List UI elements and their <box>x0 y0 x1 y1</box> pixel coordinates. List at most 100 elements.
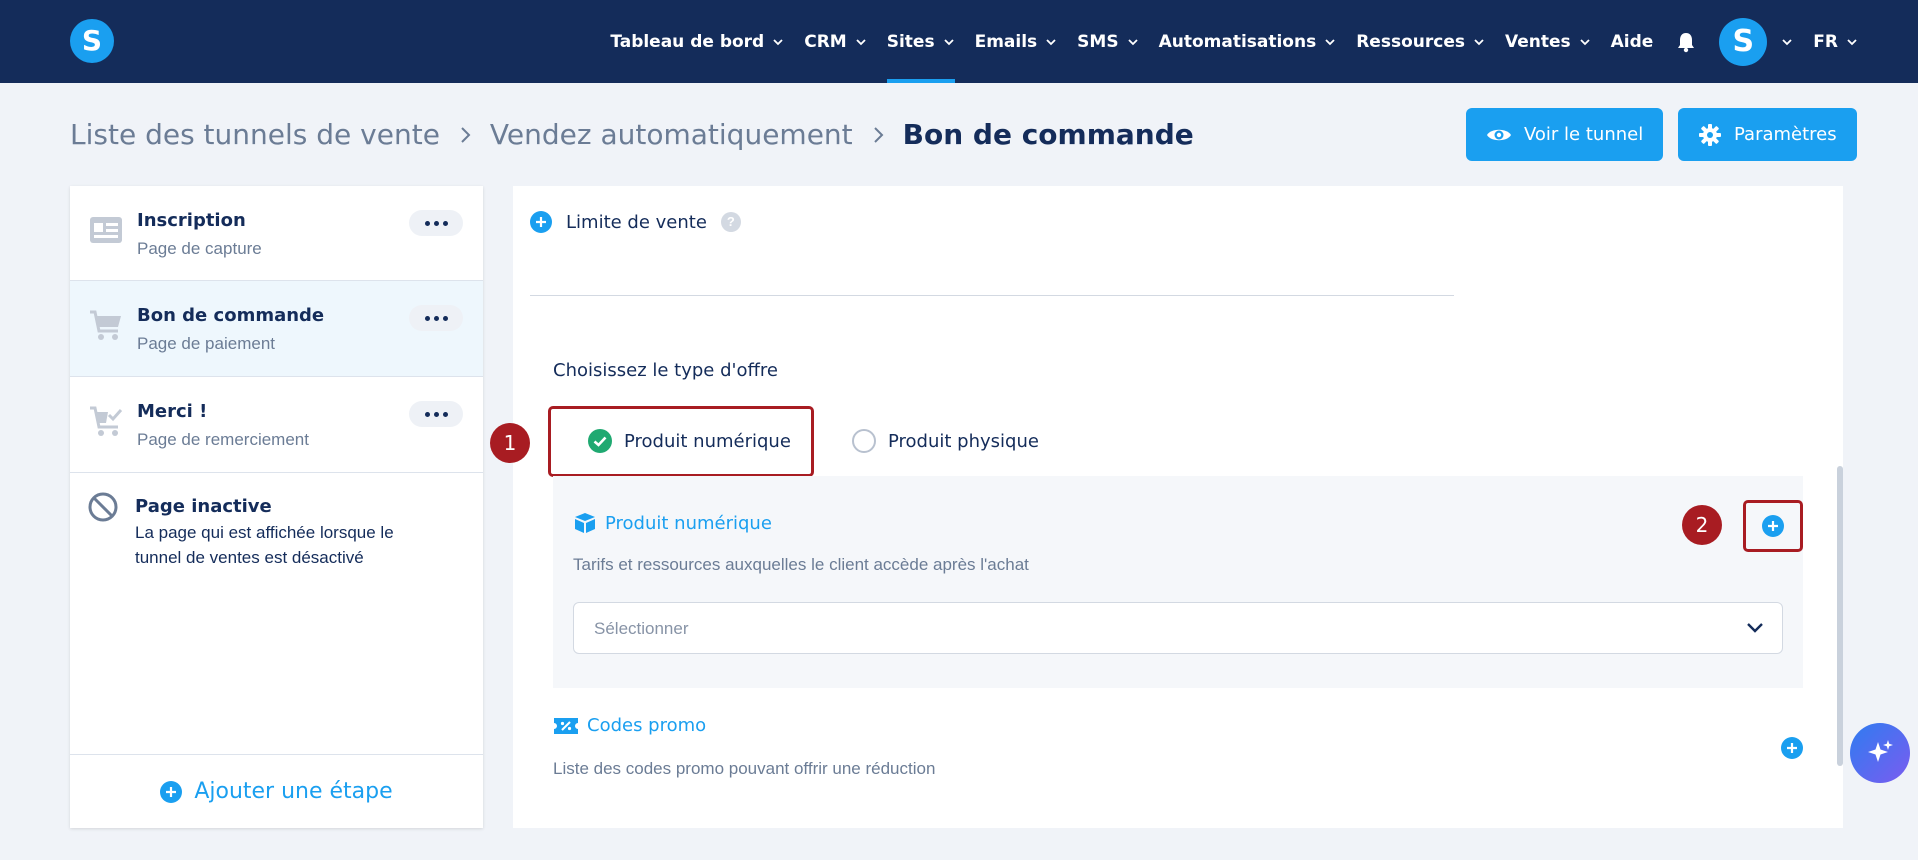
nav-item-label: Tableau de bord <box>610 31 765 52</box>
product-select[interactable]: Sélectionner <box>573 602 1783 654</box>
divider <box>530 295 1454 296</box>
chevron-down-icon <box>856 38 866 45</box>
step-settings-panel: Limite de vente ? Choisissez le type d'o… <box>513 186 1843 828</box>
top-navbar: S Tableau de bord CRM Sites Emails SMS A… <box>0 0 1918 83</box>
option-digital-product[interactable]: Produit numérique <box>588 429 791 453</box>
language-label: FR <box>1813 31 1838 52</box>
settings-label: Paramètres <box>1734 124 1837 145</box>
step-description-line2: tunnel de ventes est désactivé <box>135 548 364 567</box>
nav-item-automations[interactable]: Automatisations <box>1159 0 1337 83</box>
callout-badge-1: 1 <box>490 423 530 463</box>
chevron-down-icon <box>1046 38 1056 45</box>
add-promo-code-button[interactable] <box>1781 737 1803 759</box>
app-logo[interactable]: S <box>70 19 114 63</box>
step-more-button[interactable] <box>409 305 463 331</box>
nav-item-help[interactable]: Aide <box>1611 0 1654 83</box>
chevron-down-icon <box>1579 38 1590 45</box>
sale-limit-toggle[interactable]: Limite de vente ? <box>530 211 741 233</box>
product-section-title: Produit numérique <box>605 512 772 534</box>
option-label: Produit physique <box>888 430 1039 452</box>
nav-item-label: CRM <box>804 31 847 52</box>
view-funnel-label: Voir le tunnel <box>1524 124 1644 145</box>
add-step-label: Ajouter une étape <box>194 779 393 804</box>
nav-item-dashboard[interactable]: Tableau de bord <box>610 0 784 83</box>
chevron-down-icon <box>1127 38 1138 45</box>
step-item-order-form[interactable]: Bon de commande Page de paiement <box>70 281 483 377</box>
add-step-button[interactable]: Ajouter une étape <box>70 754 483 828</box>
nav-item-label: Ventes <box>1504 31 1571 52</box>
step-item-inscription[interactable]: Inscription Page de capture <box>70 186 483 281</box>
step-description-line1: La page qui est affichée lorsque le <box>135 523 394 542</box>
product-section-description: Tarifs et ressources auxquelles le clien… <box>573 555 1029 574</box>
sale-limit-label: Limite de vente <box>566 211 707 233</box>
chevron-down-icon <box>773 38 783 45</box>
nav-menu: Tableau de bord CRM Sites Emails SMS Aut… <box>590 0 1858 83</box>
step-subtitle: Page de capture <box>137 239 262 258</box>
step-more-button[interactable] <box>409 401 463 427</box>
product-section-header: Produit numérique <box>573 511 772 535</box>
nav-item-label: Ressources <box>1356 31 1465 52</box>
bell-icon[interactable] <box>1675 31 1697 53</box>
nav-item-sms[interactable]: SMS <box>1077 0 1138 83</box>
chevron-down-icon <box>1782 38 1792 45</box>
step-title: Merci ! <box>137 401 208 422</box>
ai-assistant-button[interactable] <box>1850 723 1910 783</box>
promo-section-description: Liste des codes promo pouvant offrir une… <box>553 759 936 778</box>
coupon-icon <box>554 717 578 734</box>
nav-item-label: Emails <box>974 31 1038 52</box>
nav-item-label: Sites <box>886 31 935 52</box>
breadcrumb-current: Bon de commande <box>902 118 1194 151</box>
callout-badge-2: 2 <box>1682 505 1722 545</box>
option-label: Produit numérique <box>624 430 791 452</box>
avatar-menu[interactable] <box>1773 0 1793 83</box>
nav-item-sales[interactable]: Ventes <box>1505 0 1591 83</box>
funnel-steps-sidebar: Inscription Page de capture Bon de comma… <box>70 186 483 828</box>
promo-section-title: Codes promo <box>587 715 707 736</box>
nav-item-resources[interactable]: Ressources <box>1356 0 1485 83</box>
scrollbar[interactable] <box>1837 466 1843 766</box>
settings-button[interactable]: Paramètres <box>1678 108 1857 161</box>
chevron-down-icon <box>1747 623 1763 633</box>
prohibited-icon <box>88 492 118 522</box>
nav-item-label: Aide <box>1610 31 1654 52</box>
step-subtitle: Page de paiement <box>137 334 275 353</box>
chevron-down-icon <box>1325 38 1335 45</box>
plus-circle-icon <box>160 780 183 803</box>
step-subtitle: Page de remerciement <box>137 430 309 449</box>
step-title: Bon de commande <box>137 305 325 326</box>
breadcrumb-funnel[interactable]: Vendez automatiquement <box>490 118 853 151</box>
nav-item-crm[interactable]: CRM <box>804 0 866 83</box>
sparkle-icon <box>1868 740 1893 762</box>
select-placeholder: Sélectionner <box>594 619 689 638</box>
nav-item-emails[interactable]: Emails <box>975 0 1058 83</box>
radio-icon <box>852 429 876 453</box>
box-icon <box>575 513 595 533</box>
nav-item-label: Automatisations <box>1158 31 1317 52</box>
nav-item-sites[interactable]: Sites <box>886 0 955 83</box>
language-selector[interactable]: FR <box>1813 0 1858 83</box>
step-more-button[interactable] <box>409 210 463 236</box>
breadcrumb-funnel-list[interactable]: Liste des tunnels de vente <box>70 118 440 151</box>
step-title: Inscription <box>137 210 246 231</box>
promo-section-header: Codes promo <box>553 715 706 736</box>
step-item-inactive-page[interactable]: Page inactive La page qui est affichée l… <box>70 473 483 583</box>
chevron-down-icon <box>1474 38 1484 45</box>
chevron-right-icon <box>873 126 884 143</box>
help-icon[interactable]: ? <box>720 212 741 232</box>
chevron-down-icon <box>943 38 954 45</box>
plus-circle-icon <box>530 211 552 233</box>
option-physical-product[interactable]: Produit physique <box>852 429 1039 453</box>
step-item-thank-you[interactable]: Merci ! Page de remerciement <box>70 377 483 473</box>
cart-check-icon <box>90 406 123 436</box>
nav-item-label: SMS <box>1077 31 1119 52</box>
add-product-button[interactable] <box>1762 515 1784 537</box>
check-circle-icon <box>588 429 612 453</box>
breadcrumb: Liste des tunnels de vente Vendez automa… <box>70 118 1194 151</box>
offer-type-label: Choisissez le type d'offre <box>553 360 778 381</box>
gear-icon <box>1699 123 1721 146</box>
eye-icon <box>1487 129 1511 140</box>
user-avatar[interactable]: S <box>1719 17 1768 66</box>
form-page-icon <box>90 217 122 243</box>
chevron-right-icon <box>461 126 471 143</box>
view-funnel-button[interactable]: Voir le tunnel <box>1466 108 1664 161</box>
